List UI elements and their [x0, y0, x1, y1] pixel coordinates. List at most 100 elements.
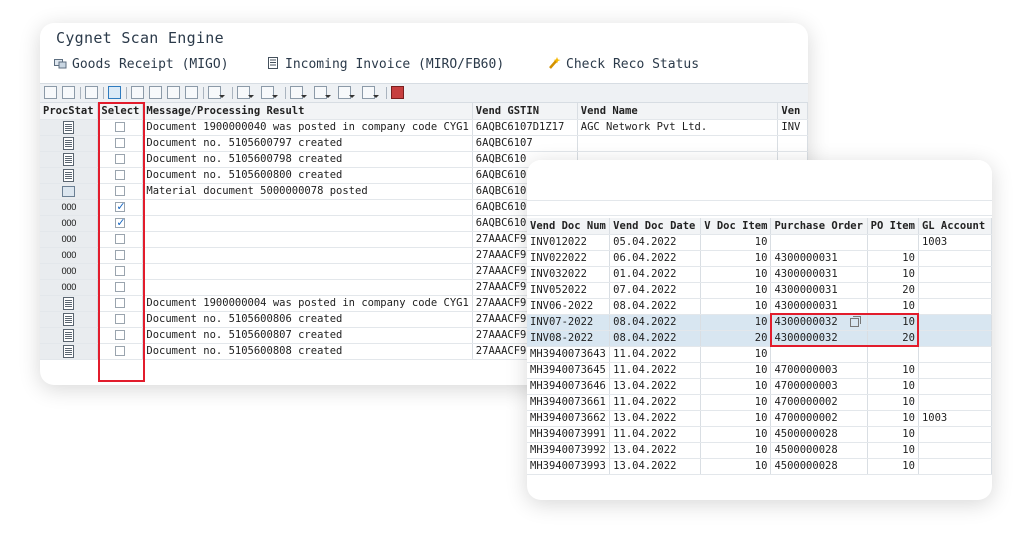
- reload-icon[interactable]: [108, 86, 121, 99]
- select-checkbox[interactable]: [115, 266, 126, 276]
- export-icon[interactable]: [338, 86, 355, 99]
- select-cell[interactable]: [97, 215, 144, 232]
- col-po-item[interactable]: PO Item: [867, 218, 919, 235]
- col-message[interactable]: Message/Processing Result: [142, 103, 473, 120]
- select-cell[interactable]: [97, 295, 144, 312]
- v-doc-item-cell: 10: [700, 394, 772, 411]
- layout-icon[interactable]: [362, 86, 379, 99]
- purchase-order-cell[interactable]: 4300000032: [770, 314, 868, 331]
- table-row[interactable]: MH3940073992 13.04.2022 10 4500000028 10: [527, 442, 992, 459]
- select-checkbox[interactable]: [115, 250, 126, 260]
- check-reco-status-label: Check Reco Status: [566, 57, 700, 72]
- filter-icon[interactable]: [208, 86, 225, 99]
- select-cell[interactable]: [97, 343, 144, 360]
- select-cell[interactable]: [97, 151, 144, 168]
- col-vend-name[interactable]: Vend Name: [577, 103, 779, 120]
- col-vend-gstin[interactable]: Vend GSTIN: [472, 103, 578, 120]
- select-checkbox[interactable]: [115, 330, 126, 340]
- purchase-order-cell[interactable]: [770, 346, 868, 363]
- col-v-doc-item[interactable]: V Doc Item: [700, 218, 772, 235]
- check-icon[interactable]: [85, 86, 98, 99]
- table-row[interactable]: MH3940073661 11.04.2022 10 4700000002 10: [527, 394, 992, 411]
- select-cell[interactable]: [97, 279, 144, 296]
- views-icon[interactable]: [314, 86, 331, 99]
- select-cell[interactable]: [97, 199, 144, 216]
- select-cell[interactable]: [97, 311, 144, 328]
- purchase-order-cell[interactable]: 4700000003: [770, 362, 868, 379]
- find-next-icon[interactable]: [185, 86, 198, 99]
- purchase-order-cell[interactable]: 4700000002: [770, 394, 868, 411]
- select-cell[interactable]: [97, 263, 144, 280]
- purchase-order-cell[interactable]: 4300000031: [770, 298, 868, 315]
- purchase-order-cell[interactable]: [770, 234, 868, 251]
- refresh-icon[interactable]: [62, 86, 75, 99]
- sort-descending-icon[interactable]: [149, 86, 162, 99]
- col-ven[interactable]: Ven: [777, 103, 808, 120]
- incoming-invoice-button[interactable]: Incoming Invoice (MIRO/FB60): [267, 57, 504, 72]
- sort-ascending-icon[interactable]: [131, 86, 144, 99]
- select-cell[interactable]: [97, 231, 144, 248]
- purchase-order-cell[interactable]: 4500000028: [770, 442, 868, 459]
- select-checkbox[interactable]: [115, 170, 126, 180]
- purchase-order-cell[interactable]: 4700000002: [770, 410, 868, 427]
- select-checkbox[interactable]: [115, 314, 126, 324]
- table-row[interactable]: MH3940073646 13.04.2022 10 4700000003 10: [527, 378, 992, 395]
- v-doc-item-cell: 10: [700, 442, 772, 459]
- table-row[interactable]: INV08-2022 08.04.2022 20 4300000032 20: [527, 330, 992, 347]
- purchase-order-cell[interactable]: 4300000031: [770, 250, 868, 267]
- col-procstat[interactable]: ProcStat: [40, 103, 99, 120]
- purchase-order-cell[interactable]: 4300000032: [770, 330, 868, 347]
- table-row[interactable]: MH3940073643 11.04.2022 10: [527, 346, 992, 363]
- purchase-order-cell[interactable]: 4500000028: [770, 426, 868, 443]
- graphic-icon[interactable]: [391, 86, 404, 99]
- purchase-order-cell[interactable]: 4700000003: [770, 378, 868, 395]
- select-cell[interactable]: [97, 119, 144, 136]
- col-gl-account[interactable]: GL Account: [918, 218, 992, 235]
- find-icon[interactable]: [167, 86, 180, 99]
- table-row[interactable]: INV06-2022 08.04.2022 10 4300000031 10: [527, 298, 992, 315]
- col-purchase-order[interactable]: Purchase Order: [770, 218, 868, 235]
- select-checkbox[interactable]: [115, 200, 126, 213]
- col-vend-doc-date[interactable]: Vend Doc Date: [609, 218, 702, 235]
- table-row[interactable]: INV052022 07.04.2022 10 4300000031 20: [527, 282, 992, 299]
- select-checkbox[interactable]: [115, 282, 126, 292]
- select-checkbox[interactable]: [115, 154, 126, 164]
- table-row[interactable]: INV07-2022 08.04.2022 10 4300000032 10: [527, 314, 992, 331]
- select-cell[interactable]: [97, 135, 144, 152]
- purchase-order-cell[interactable]: 4500000028: [770, 458, 868, 475]
- select-cell[interactable]: [97, 183, 144, 200]
- select-cell[interactable]: [97, 167, 144, 184]
- print-icon[interactable]: [290, 86, 307, 99]
- table-row[interactable]: INV022022 06.04.2022 10 4300000031 10: [527, 250, 992, 267]
- sum-icon[interactable]: [237, 86, 254, 99]
- table-row[interactable]: INV012022 05.04.2022 10 1003: [527, 234, 992, 251]
- table-row[interactable]: MH3940073991 11.04.2022 10 4500000028 10: [527, 426, 992, 443]
- table-row[interactable]: MH3940073993 13.04.2022 10 4500000028 10: [527, 458, 992, 475]
- table-row[interactable]: Document 1900000040 was posted in compan…: [40, 119, 808, 136]
- col-vend-doc-num[interactable]: Vend Doc Num: [527, 218, 611, 235]
- table-row[interactable]: MH3940073645 11.04.2022 10 4700000003 10: [527, 362, 992, 379]
- select-checkbox[interactable]: [115, 234, 126, 244]
- select-checkbox[interactable]: [115, 298, 126, 308]
- select-cell[interactable]: [97, 327, 144, 344]
- select-checkbox[interactable]: [115, 216, 126, 229]
- goods-receipt-button[interactable]: Goods Receipt (MIGO): [54, 57, 229, 72]
- subtotal-icon[interactable]: [261, 86, 278, 99]
- table-row[interactable]: MH3940073662 13.04.2022 10 4700000002 10 1003: [527, 410, 992, 427]
- purchase-order-cell[interactable]: 4300000031: [770, 266, 868, 283]
- select-checkbox[interactable]: [115, 346, 126, 356]
- details-icon[interactable]: [44, 86, 57, 99]
- check-reco-status-button[interactable]: Check Reco Status: [548, 57, 699, 72]
- select-cell[interactable]: [97, 247, 144, 264]
- select-checkbox[interactable]: [115, 122, 126, 132]
- po-item-cell: 10: [867, 250, 919, 267]
- procstat-cell: OOO: [40, 215, 99, 232]
- table-row[interactable]: Document no. 5105600797 created 6AQBC6107: [40, 135, 808, 152]
- col-select[interactable]: Select: [97, 103, 144, 120]
- select-checkbox[interactable]: [115, 138, 126, 148]
- copy-icon[interactable]: [849, 315, 861, 327]
- table-row[interactable]: INV032022 01.04.2022 10 4300000031 10: [527, 266, 992, 283]
- purchase-order-cell[interactable]: 4300000031: [770, 282, 868, 299]
- v-doc-item-cell: 10: [700, 234, 772, 251]
- select-checkbox[interactable]: [115, 186, 126, 196]
